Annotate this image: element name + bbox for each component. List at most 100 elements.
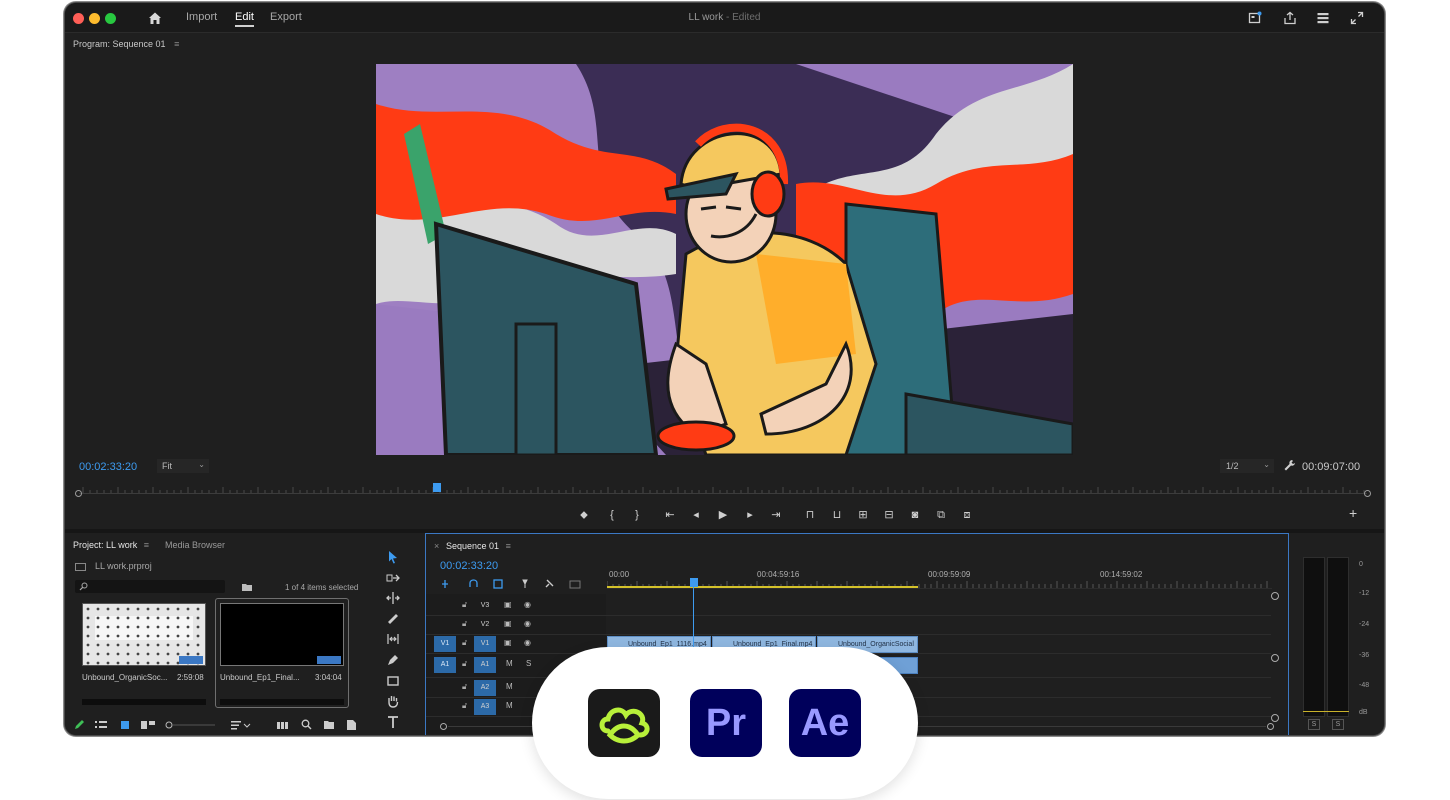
selection-tool-icon[interactable] [385,549,401,565]
lock-icon[interactable]: 🔓︎ [462,619,467,629]
slip-tool-icon[interactable] [385,631,401,647]
program-monitor-tab[interactable]: Program: Sequence 01 ≡ [73,39,179,49]
sort-icon[interactable] [231,720,251,730]
sync-lock-icon[interactable]: ▣ [504,638,512,647]
icon-view-icon[interactable] [120,720,130,730]
scroll-handle-right[interactable] [1267,723,1274,730]
project-item-thumbnail[interactable] [220,603,344,666]
freeform-view-icon[interactable] [141,720,155,730]
lock-icon[interactable]: 🔓︎ [462,638,467,648]
tab-media-browser[interactable]: Media Browser [165,540,225,550]
playback-resolution-dropdown[interactable]: 1/2 ⌄ [1220,459,1274,473]
track-select-tool-icon[interactable] [385,570,401,586]
scroll-handle[interactable] [1271,592,1279,600]
program-time-ruler[interactable] [75,483,1371,499]
hand-tool-icon[interactable] [385,693,401,709]
timeline-playhead[interactable] [690,578,698,587]
sync-lock-icon[interactable]: ▣ [504,600,512,609]
add-marker-icon[interactable]: ⬥ [577,509,591,521]
lock-icon[interactable]: 🔓︎ [462,659,467,669]
workspaces-icon[interactable] [1316,11,1330,25]
new-item-icon[interactable] [346,719,357,731]
pen-tool-icon[interactable] [385,652,401,668]
thumbnail-size-slider[interactable] [165,719,217,731]
go-to-out-icon[interactable]: ⇥ [769,509,783,521]
scroll-handle[interactable] [1271,654,1279,662]
sync-lock-icon[interactable]: ▣ [504,619,512,628]
zoom-level-dropdown[interactable]: Fit ⌄ [157,459,209,473]
track-label[interactable]: A1 [474,657,496,673]
program-playhead[interactable] [433,483,441,492]
lift-icon[interactable]: ⊓ [803,509,817,521]
play-icon[interactable]: ▶ [716,509,730,521]
fullscreen-icon[interactable] [1350,11,1364,25]
meter-solo-right[interactable]: S [1332,719,1344,730]
quick-export-icon[interactable] [1248,11,1262,25]
track-label[interactable]: V3 [474,598,496,614]
vertical-zoom-scrollbar[interactable] [1271,592,1279,722]
meter-scale-label: -48 [1359,682,1370,689]
extract-icon[interactable]: ⊔ [830,509,844,521]
track-label[interactable]: A3 [474,699,496,715]
go-to-in-icon[interactable]: ⇤ [663,509,677,521]
lock-icon[interactable]: 🔓︎ [462,600,467,610]
mute-button[interactable]: M [506,659,513,668]
track-label[interactable]: V1 [474,636,496,652]
track-label[interactable]: A2 [474,680,496,696]
frame-io-icon [588,689,660,757]
source-patch-a1[interactable]: A1 [434,657,456,673]
lock-icon[interactable]: 🔓︎ [462,701,467,711]
razor-tool-icon[interactable] [385,611,401,627]
new-bin-icon[interactable] [323,720,335,730]
project-search-input[interactable] [75,580,225,593]
eye-icon[interactable]: ◉ [524,600,531,609]
document-status: - Edited [725,12,761,23]
work-area-bar[interactable] [607,586,918,588]
mark-out-icon[interactable]: } [630,509,644,521]
list-view-icon[interactable] [95,720,107,730]
type-tool-icon[interactable] [385,714,401,730]
step-forward-icon[interactable]: ▸ [743,509,757,521]
button-editor-plus-icon[interactable]: + [1349,505,1357,521]
tab-project[interactable]: Project: LL work ≡ [73,540,149,550]
panel-menu-icon[interactable]: ≡ [506,541,511,551]
timeline-timecode[interactable]: 00:02:33:20 [440,560,498,572]
find-icon[interactable] [301,719,312,730]
panel-menu-icon[interactable]: ≡ [174,39,179,49]
mark-in-icon[interactable]: { [605,509,619,521]
new-bin-from-search-icon[interactable] [241,582,253,592]
meter-solo-left[interactable]: S [1308,719,1320,730]
meter-scale-label: dB [1359,709,1368,716]
close-tab-icon[interactable]: × [434,541,439,551]
settings-wrench-icon[interactable] [1283,459,1296,472]
track-label[interactable]: V2 [474,617,496,633]
eye-icon[interactable]: ◉ [524,619,531,628]
in-handle[interactable] [75,490,82,497]
automate-to-sequence-icon[interactable] [277,720,289,730]
lock-icon[interactable]: 🔓︎ [462,682,467,692]
rectangle-tool-icon[interactable] [385,673,401,689]
multicam-view-icon[interactable]: ⧈ [960,509,974,521]
tab-sequence[interactable]: × Sequence 01 ≡ [434,541,511,551]
camera-export-frame-icon[interactable]: ◙ [908,509,922,521]
pencil-icon[interactable] [73,719,85,731]
panel-menu-icon[interactable]: ≡ [144,540,149,550]
solo-button[interactable]: S [526,659,531,668]
overwrite-icon[interactable]: ⊟ [882,509,896,521]
source-patch-v1[interactable]: V1 [434,636,456,652]
frame-io-logo [599,707,650,744]
scroll-handle[interactable] [1271,714,1279,722]
playback-resolution-value: 1/2 [1226,461,1239,471]
out-handle[interactable] [1364,490,1371,497]
eye-icon[interactable]: ◉ [524,638,531,647]
project-item-thumbnail[interactable] [82,603,206,666]
program-video-frame[interactable] [376,64,1073,455]
mute-button[interactable]: M [506,682,513,691]
comparison-view-icon[interactable]: ⧉ [934,509,948,521]
mute-button[interactable]: M [506,701,513,710]
scroll-handle-left[interactable] [440,723,447,730]
share-icon[interactable] [1283,11,1297,25]
step-back-icon[interactable]: ◂ [689,509,703,521]
ripple-edit-tool-icon[interactable] [385,590,401,606]
program-playhead-timecode[interactable]: 00:02:33:20 [79,461,137,473]
